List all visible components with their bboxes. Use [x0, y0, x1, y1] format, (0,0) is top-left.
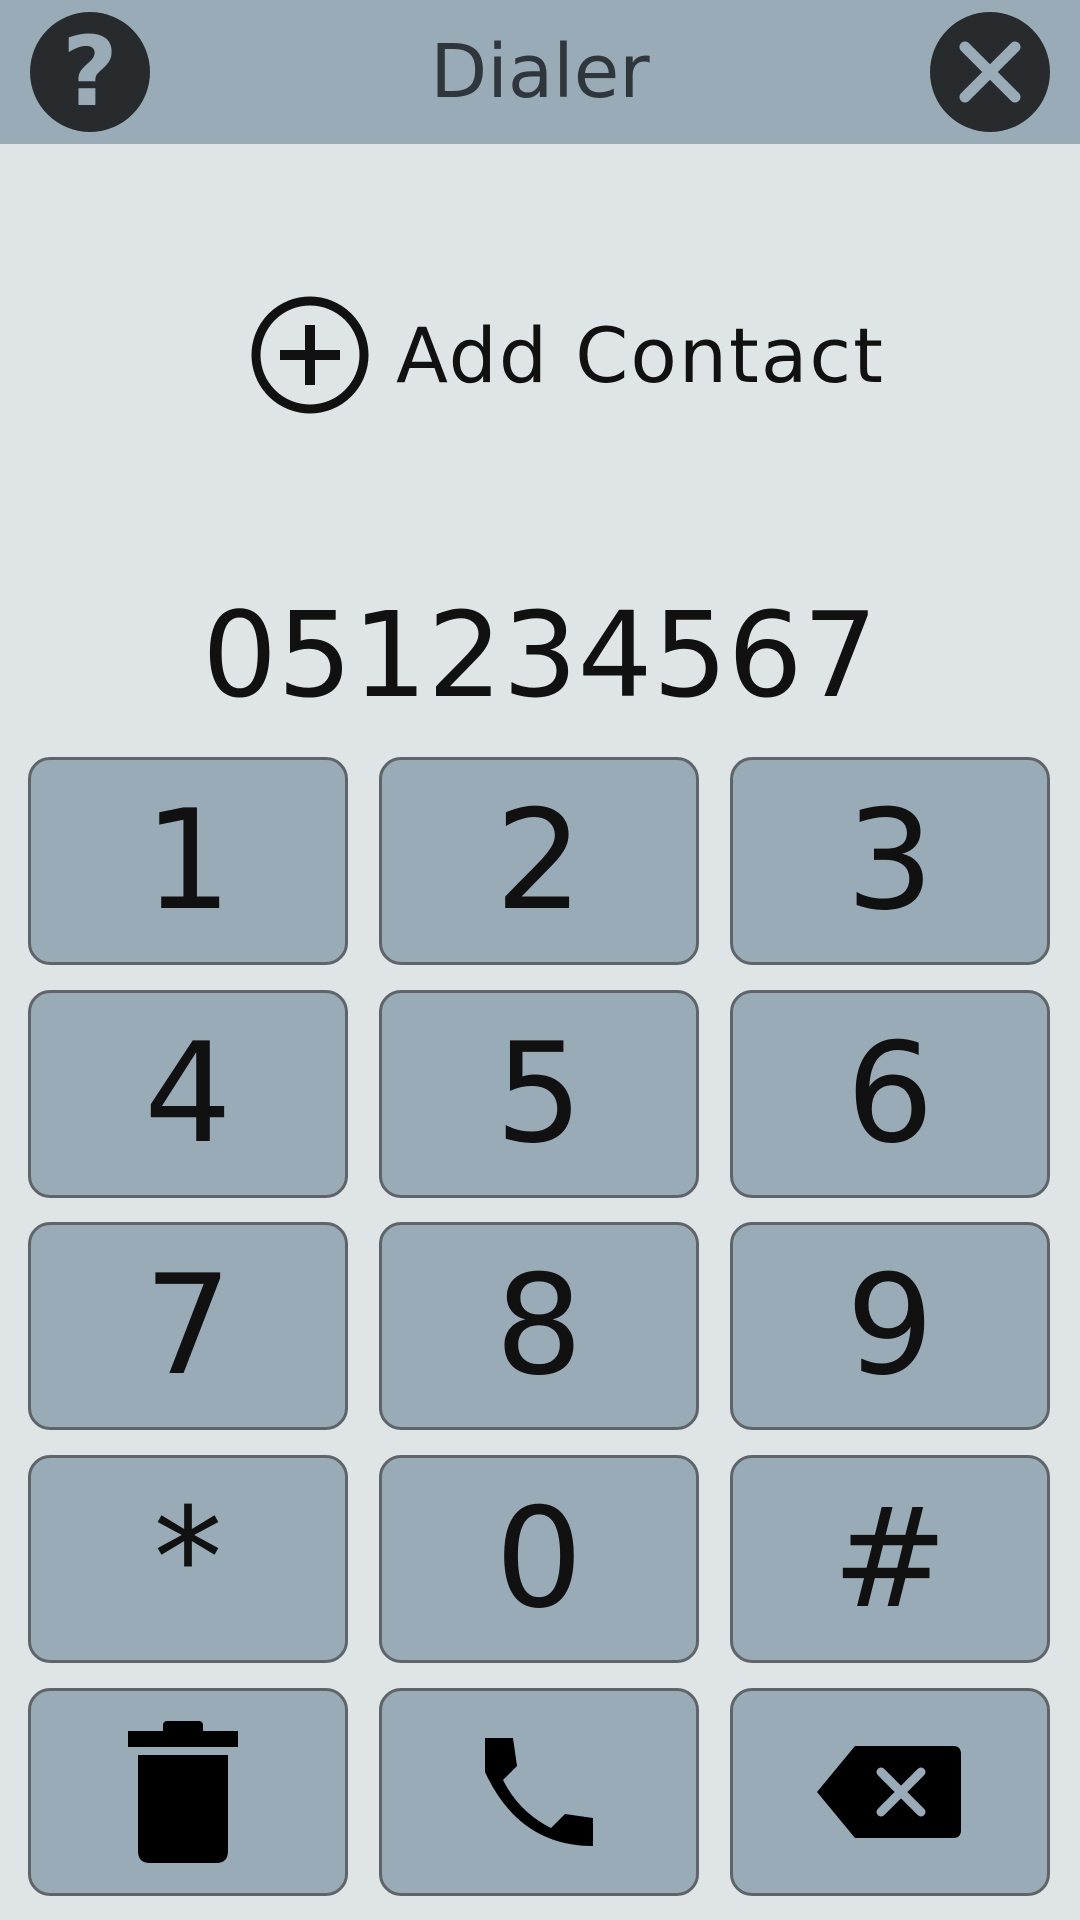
header-bar: ? Dialer	[0, 0, 1080, 144]
close-icon	[959, 41, 1021, 103]
key-9[interactable]: 9	[730, 1222, 1050, 1430]
key-4-label: 4	[144, 1013, 232, 1174]
delete-button[interactable]	[28, 1688, 348, 1896]
phone-icon	[485, 1738, 593, 1846]
key-0[interactable]: 0	[379, 1455, 699, 1663]
plus-circle-icon	[251, 296, 369, 414]
page-title: Dialer	[430, 29, 650, 115]
key-6[interactable]: 6	[730, 990, 1050, 1198]
key-5-label: 5	[495, 1013, 583, 1174]
key-hash[interactable]: #	[730, 1455, 1050, 1663]
question-icon: ?	[62, 16, 118, 128]
key-2[interactable]: 2	[379, 757, 699, 965]
key-star[interactable]: *	[28, 1455, 348, 1663]
backspace-button[interactable]	[730, 1688, 1050, 1896]
key-hash-label: #	[832, 1478, 948, 1639]
key-1-label: 1	[144, 780, 232, 941]
key-6-label: 6	[846, 1013, 934, 1174]
key-3-label: 3	[846, 780, 934, 941]
key-2-label: 2	[495, 780, 583, 941]
key-3[interactable]: 3	[730, 757, 1050, 965]
key-4[interactable]: 4	[28, 990, 348, 1198]
key-1[interactable]: 1	[28, 757, 348, 965]
call-button[interactable]	[379, 1688, 699, 1896]
add-contact-button[interactable]: Add Contact	[250, 290, 885, 420]
close-button[interactable]	[930, 12, 1050, 132]
dialed-number: 051234567	[202, 586, 878, 724]
add-contact-label: Add Contact	[396, 310, 885, 400]
key-5[interactable]: 5	[379, 990, 699, 1198]
key-8[interactable]: 8	[379, 1222, 699, 1430]
key-8-label: 8	[495, 1245, 583, 1406]
key-7-label: 7	[144, 1245, 232, 1406]
key-star-label: *	[153, 1478, 223, 1639]
trash-icon	[128, 1721, 238, 1863]
key-0-label: 0	[495, 1478, 583, 1639]
backspace-icon	[817, 1746, 961, 1838]
help-button[interactable]: ?	[30, 12, 150, 132]
key-7[interactable]: 7	[28, 1222, 348, 1430]
key-9-label: 9	[846, 1245, 934, 1406]
